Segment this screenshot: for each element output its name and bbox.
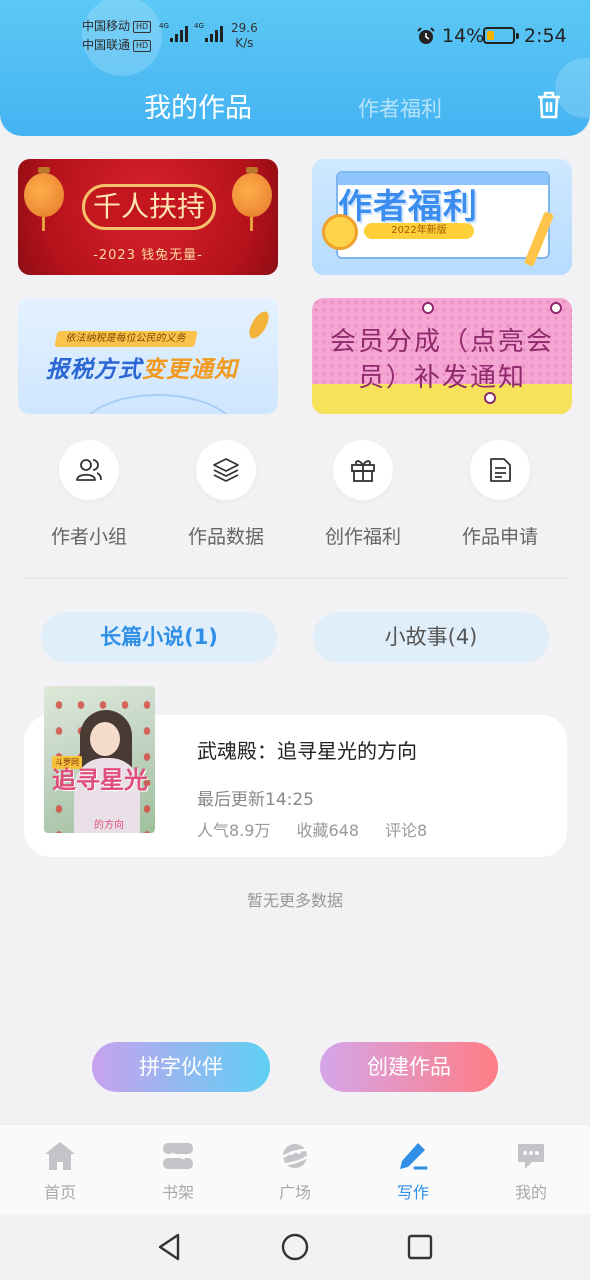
- pen-icon: [400, 1143, 428, 1170]
- tab-author-benefits[interactable]: 作者福利: [358, 93, 442, 123]
- cover-subtitle: 的方向: [94, 820, 124, 831]
- lantern-icon: [232, 167, 272, 231]
- work-popularity: 人气8.9万: [197, 821, 271, 840]
- nav-label: 首页: [43, 1183, 76, 1202]
- clock: 2:54: [524, 25, 567, 47]
- app-header: 中国移动 HD 中国联通 HD 4G 4G 29.6 K/s 14% 2:54 我的作…: [0, 0, 590, 136]
- tab-my-works[interactable]: 我的作品: [144, 86, 252, 125]
- banner-title: 报税方式变更通知: [46, 357, 238, 383]
- back-icon[interactable]: [154, 1231, 186, 1263]
- banner-caption: 依法纳税是每位公民的义务: [54, 331, 198, 347]
- carrier-1: 中国移动 HD: [82, 19, 152, 33]
- banner-title: 作者福利: [338, 187, 478, 227]
- quick-work-data[interactable]: 作品数据: [176, 440, 276, 549]
- nav-label: 写作: [396, 1183, 429, 1202]
- quick-label: 作品数据: [187, 526, 264, 548]
- quick-creation-benefits[interactable]: 创作福利: [313, 440, 413, 549]
- alarm-icon: [417, 27, 435, 44]
- segment-novels[interactable]: 长篇小说(1): [41, 612, 277, 663]
- chat-icon: [518, 1144, 544, 1169]
- trash-icon[interactable]: [535, 90, 563, 120]
- bolt-icon: [422, 302, 434, 314]
- net-type-2: 4G: [194, 22, 204, 30]
- lantern-icon: [24, 167, 64, 231]
- quick-label: 作品申请: [461, 526, 538, 548]
- nav-write[interactable]: 写作: [373, 1139, 453, 1203]
- system-nav-bar: [0, 1214, 590, 1280]
- banner-member-share[interactable]: 会员分成（点亮会 员）补发通知: [312, 298, 572, 414]
- recents-icon[interactable]: [404, 1231, 436, 1263]
- signal-icon: [170, 26, 188, 42]
- work-comments: 评论8: [385, 821, 428, 840]
- nav-bookshelf[interactable]: 书架: [138, 1139, 218, 1203]
- status-bar: 中国移动 HD 中国联通 HD 4G 4G 29.6 K/s 14% 2:54: [0, 0, 590, 72]
- layers-icon: [213, 458, 239, 482]
- users-icon: [76, 459, 102, 481]
- clock-illustration-icon: [322, 214, 358, 250]
- banner-author-benefits[interactable]: 作者福利 2022年新版: [312, 159, 572, 275]
- quick-label: 作者小组: [50, 526, 127, 548]
- work-stats: 人气8.9万 收藏648 评论8: [197, 817, 427, 841]
- banner-title: 千人扶持: [82, 184, 216, 230]
- banner-title: 会员分成（点亮会 员）补发通知: [329, 327, 554, 393]
- create-work-button[interactable]: 创建作品: [320, 1042, 498, 1092]
- nav-label: 广场: [278, 1183, 311, 1202]
- partner-button[interactable]: 拼字伙伴: [92, 1042, 270, 1092]
- work-last-update: 最后更新14:25: [197, 790, 314, 810]
- book-cover[interactable]: 斗罗同 追寻星光 的方向: [44, 686, 155, 833]
- document-icon: [490, 458, 511, 482]
- work-favorites: 收藏648: [296, 821, 359, 840]
- home-circle-icon[interactable]: [279, 1231, 311, 1263]
- nav-home[interactable]: 首页: [20, 1139, 100, 1203]
- nav-label: 我的: [514, 1183, 547, 1202]
- leaf-icon: [245, 308, 273, 342]
- net-type-1: 4G: [159, 22, 169, 30]
- nav-plaza[interactable]: 广场: [255, 1139, 335, 1203]
- decor-arc: [78, 394, 238, 414]
- battery-percent: 14%: [442, 25, 485, 47]
- quick-label: 创作福利: [324, 526, 401, 548]
- banner-subtitle: -2023 钱兔无量-: [93, 248, 203, 263]
- cover-title: 追寻星光: [52, 766, 148, 794]
- nav-mine[interactable]: 我的: [491, 1139, 571, 1203]
- planet-icon: [278, 1144, 312, 1168]
- segment-short-stories[interactable]: 小故事(4): [313, 612, 549, 663]
- signal-icon: [205, 26, 223, 42]
- battery-icon: [483, 27, 519, 44]
- bottom-nav: 首页 书架 广场 写作 我的: [0, 1124, 590, 1214]
- divider: [24, 578, 568, 579]
- network-speed: 29.6 K/s: [231, 21, 258, 50]
- gift-icon: [351, 460, 375, 482]
- nav-label: 书架: [161, 1183, 194, 1202]
- bolt-icon: [550, 302, 562, 314]
- no-more-data: 暂无更多数据: [246, 891, 343, 910]
- bookshelf-icon: [163, 1143, 193, 1169]
- work-title: 武魂殿：追寻星光的方向: [197, 739, 417, 763]
- quick-author-group[interactable]: 作者小组: [39, 440, 139, 549]
- banner-thousand-support[interactable]: 千人扶持 -2023 钱兔无量-: [18, 159, 278, 275]
- home-icon: [45, 1142, 75, 1170]
- carrier-2: 中国联通 HD: [82, 38, 152, 52]
- banner-tax-notice[interactable]: 依法纳税是每位公民的义务 报税方式变更通知: [18, 298, 278, 414]
- banner-pill: 2022年新版: [364, 223, 474, 239]
- quick-work-apply[interactable]: 作品申请: [450, 440, 550, 549]
